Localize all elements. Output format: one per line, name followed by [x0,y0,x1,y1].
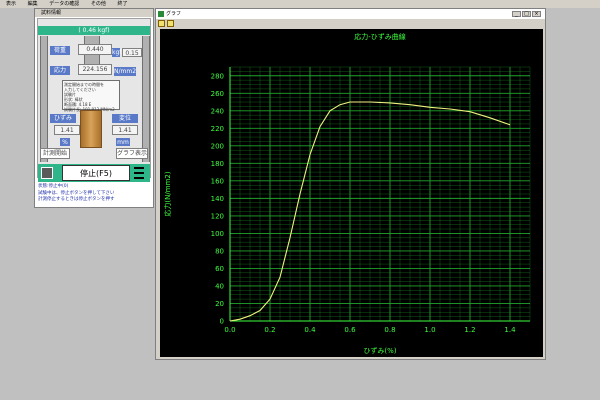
x-tick-label: 0.6 [344,326,356,334]
stop-indicator [41,167,53,179]
x-tick-label: 1.4 [504,326,516,334]
specimen [80,110,102,148]
load-side-value: 0.15 [122,48,142,57]
chart-title: 応力-ひずみ曲線 [354,32,406,41]
x-tick-label: 0.2 [264,326,275,334]
menu-data-check[interactable]: データの確認 [49,1,79,7]
load-label: 荷重 [50,46,70,55]
menu-other[interactable]: その他 [91,1,106,7]
x-tick-label: 0.4 [304,326,316,334]
menu-view[interactable]: 表示 [6,1,16,7]
graph-toolbar [156,19,545,29]
menu-exit[interactable]: 終了 [117,1,127,7]
load-value: 0.440 [78,44,112,55]
graph-app-icon [158,11,164,17]
x-axis-label: ひずみ(%) [363,346,396,355]
status-line: 計測停止するときは停止ボタンを押す [38,197,115,202]
load-display: ( 0.46 kgf) [38,26,150,35]
stress-value: 224.156 [78,64,112,75]
y-tick-label: 0 [220,318,224,326]
y-tick-label: 100 [211,230,224,238]
toolbar-print-icon[interactable] [158,20,165,27]
x-tick-label: 0.0 [224,326,235,334]
y-tick-label: 120 [211,212,224,220]
x-tick-label: 0.8 [384,326,395,334]
right-rod [142,36,150,162]
y-tick-label: 80 [215,247,224,255]
stress-label: 応力 [50,66,70,75]
y-tick-label: 60 [215,265,224,273]
x-tick-label: 1.2 [464,326,475,334]
stress-strain-chart: 0.0 0.2 0.4 0.6 0.8 1.0 1.2 1.4 0 20 40 60 80 100 120 1… [160,29,543,357]
minimize-button[interactable]: _ [512,11,521,17]
strain-label: ひずみ [50,114,76,123]
y-tick-label: 240 [211,107,224,115]
strain-unit: % [60,138,70,146]
graph-display-button[interactable]: グラフ表示 [116,148,148,159]
panel-title: 試料情報 [35,9,153,17]
y-tick-label: 220 [211,125,224,133]
measure-start-button[interactable]: 計測開始 [40,148,70,159]
y-tick-label: 180 [211,160,224,168]
maximize-button[interactable]: □ [522,11,531,17]
y-axis-label: 応力(N/mm2) [163,171,172,216]
stress-unit: N/mm2 [114,67,137,76]
y-tick-label: 40 [215,282,224,290]
y-tick-label: 280 [211,72,224,80]
menu-edit[interactable]: 編集 [28,1,38,7]
x-tick-label: 1.0 [424,326,435,334]
y-tick-label: 20 [215,300,224,308]
displacement-unit: mm [116,138,130,146]
left-rod [40,36,48,162]
toolbar-save-icon[interactable] [167,20,174,27]
graph-window-title: グラフ [156,9,545,19]
status-line: 状態:停止中(0) [38,184,69,189]
displacement-label: 変位 [112,114,138,123]
displacement-value: 1.41 [112,125,138,135]
menu-lines-icon[interactable] [134,167,144,179]
stop-button[interactable]: 停止(F5) [62,165,130,181]
menu-bar: 表示 編集 データの確認 その他 終了 [0,0,600,8]
load-unit-label: kgf [112,48,122,57]
close-button[interactable]: × [532,11,541,17]
y-tick-label: 160 [211,177,224,185]
y-tick-label: 200 [211,142,224,150]
y-tick-label: 140 [211,195,224,203]
graph-window: グラフ _ □ × 0.0 0.2 0.4 0.6 0.8 1.0 1.2 1.4 0 20 40 6… [155,8,546,360]
status-line: 試験中は、停止ボタンを押して下さい [38,191,115,196]
specimen-info-box: 測定開始までの時間を 入力してください 試験片 形状: 棒状 断面積: 4.18… [62,80,120,112]
y-tick-label: 260 [211,90,224,98]
strain-value: 1.41 [54,125,80,135]
